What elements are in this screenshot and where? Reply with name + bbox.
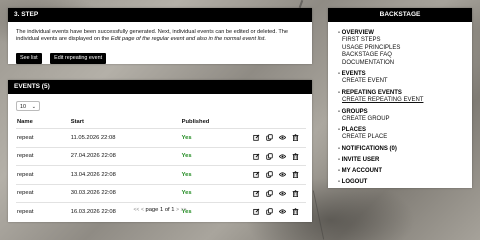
menu-group-repeating-events[interactable]: - REPEATING EVENTS xyxy=(338,90,472,97)
event-name: repeat xyxy=(16,128,70,147)
delete-icon[interactable] xyxy=(292,153,299,160)
edit-icon[interactable] xyxy=(253,190,260,197)
view-icon[interactable] xyxy=(278,190,287,197)
event-start: 30.03.2026 22:08 xyxy=(69,183,181,203)
row-actions xyxy=(252,183,306,203)
column-header-published: Published xyxy=(181,119,210,125)
menu-group-invite-user[interactable]: - INVITE USER xyxy=(338,157,472,164)
copy-icon[interactable] xyxy=(266,134,273,141)
event-name: repeat xyxy=(16,183,70,203)
events-table: Name Start Published repeat 11.05.2026 22… xyxy=(16,116,306,221)
event-start: 13.04.2026 22:08 xyxy=(69,165,181,184)
table-row: repeat 30.03.2026 22:08 Yes xyxy=(16,183,306,203)
backstage-panel: BACKSTAGE - OVERVIEW FIRST STEPS USAGE PRI… xyxy=(328,8,472,188)
menu-item-documentation[interactable]: DOCUMENTATION xyxy=(338,60,472,68)
menu-group-logout[interactable]: - LOGOUT xyxy=(338,179,472,186)
view-icon[interactable] xyxy=(278,171,287,178)
menu-group-overview[interactable]: - OVERVIEW xyxy=(338,30,472,37)
event-start: 11.05.2026 22:08 xyxy=(69,128,181,147)
last-page-link[interactable]: >> xyxy=(181,207,187,213)
event-published: Yes xyxy=(180,165,252,184)
edit-icon[interactable] xyxy=(253,153,260,160)
pagination: << < page 1 of 1 > >> xyxy=(8,207,312,213)
event-start: 27.04.2026 22:08 xyxy=(69,146,181,166)
menu-group-places[interactable]: - PLACES xyxy=(338,127,472,134)
step-panel: 3. STEP The individual events have been … xyxy=(8,8,312,65)
table-row: repeat 11.05.2026 22:08 Yes xyxy=(16,128,306,147)
events-title: EVENTS (5) xyxy=(8,80,312,94)
events-panel: EVENTS (5) 10 ⌄ Name Start Published rep… xyxy=(8,80,312,222)
table-header-row: Name Start Published xyxy=(16,116,306,129)
menu-group-my-account[interactable]: - MY ACCOUNT xyxy=(338,168,472,175)
event-published: Yes xyxy=(180,128,252,147)
per-page-value: 10 xyxy=(20,104,26,110)
event-name: repeat xyxy=(16,146,70,166)
edit-icon[interactable] xyxy=(253,134,260,141)
next-page-link[interactable]: > xyxy=(176,207,179,213)
step-title: 3. STEP xyxy=(8,8,312,22)
column-header-name: Name xyxy=(17,119,33,125)
delete-icon[interactable] xyxy=(292,190,299,197)
view-icon[interactable] xyxy=(278,153,287,160)
column-header-actions xyxy=(252,116,306,129)
table-row: repeat 27.04.2026 22:08 Yes xyxy=(16,146,306,166)
step-message: The individual events have been successf… xyxy=(8,22,312,43)
menu-item-create-event[interactable]: CREATE EVENT xyxy=(338,78,472,86)
per-page-select[interactable]: 10 ⌄ xyxy=(16,101,40,111)
copy-icon[interactable] xyxy=(266,171,273,178)
row-actions xyxy=(252,146,306,166)
table-row: repeat 13.04.2026 22:08 Yes xyxy=(16,165,306,184)
event-published: Yes xyxy=(180,183,252,203)
menu-group-notifications-0[interactable]: - NOTIFICATIONS (0) xyxy=(338,146,472,153)
menu-item-backstage-faq[interactable]: BACKSTAGE FAQ xyxy=(338,52,472,60)
edit-icon[interactable] xyxy=(253,171,260,178)
view-icon[interactable] xyxy=(278,134,287,141)
backstage-menu: - OVERVIEW FIRST STEPS USAGE PRINCIPLES BAC… xyxy=(328,22,472,186)
menu-group-groups[interactable]: - GROUPS xyxy=(338,109,472,116)
column-header-start: Start xyxy=(70,119,84,125)
delete-icon[interactable] xyxy=(292,134,299,142)
edit-repeating-event-button[interactable]: Edit repeating event xyxy=(50,53,107,65)
event-name: repeat xyxy=(16,165,70,184)
menu-item-create-place[interactable]: CREATE PLACE xyxy=(338,134,472,142)
menu-item-create-repeating-event[interactable]: CREATE REPEATING EVENT xyxy=(338,97,472,105)
first-page-link[interactable]: << xyxy=(133,207,139,213)
menu-group-events[interactable]: - EVENTS xyxy=(338,71,472,78)
copy-icon[interactable] xyxy=(266,153,273,160)
backstage-title: BACKSTAGE xyxy=(328,8,472,22)
chevron-down-icon: ⌄ xyxy=(31,104,36,110)
step-message-emphasis: Edit page of the regular event and also … xyxy=(110,36,267,43)
copy-icon[interactable] xyxy=(266,190,273,197)
row-actions xyxy=(252,128,306,147)
menu-item-usage-principles[interactable]: USAGE PRINCIPLES xyxy=(338,45,472,53)
menu-item-create-group[interactable]: CREATE GROUP xyxy=(338,116,472,124)
row-actions xyxy=(252,165,306,184)
see-list-button[interactable]: See list xyxy=(16,53,42,65)
delete-icon[interactable] xyxy=(292,171,299,179)
prev-page-link[interactable]: < xyxy=(141,207,144,213)
menu-item-first-steps[interactable]: FIRST STEPS xyxy=(338,37,472,45)
page-indicator: page 1 of 1 xyxy=(145,207,175,213)
event-published: Yes xyxy=(180,146,252,166)
